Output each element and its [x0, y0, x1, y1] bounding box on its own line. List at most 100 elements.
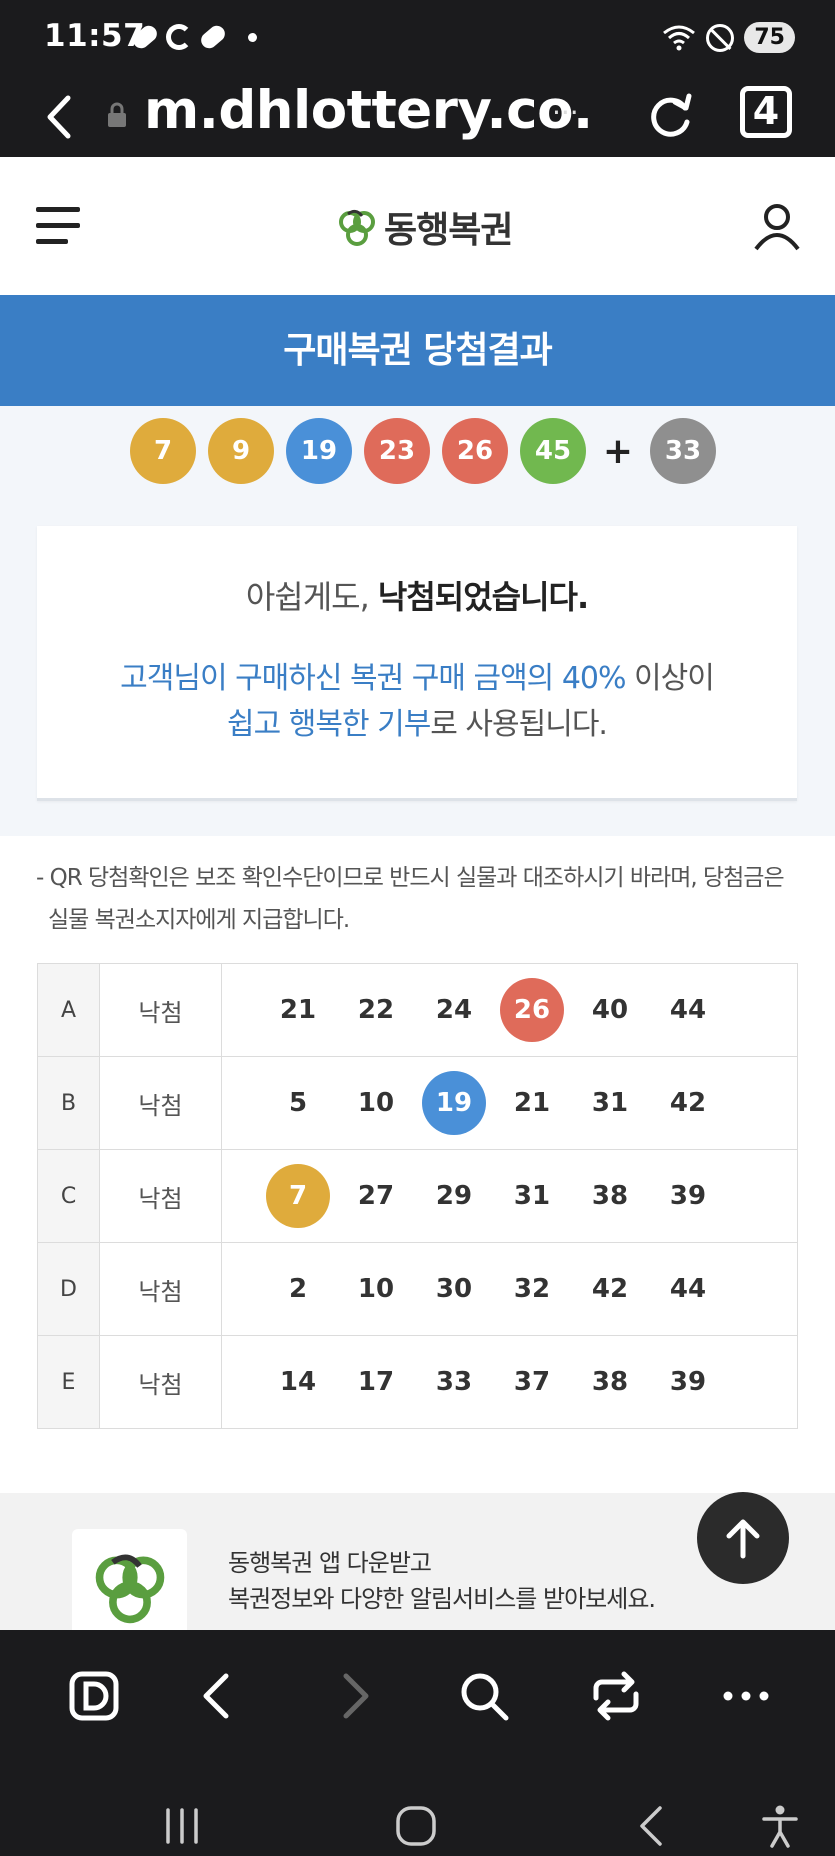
more-notifications-dot [248, 32, 257, 42]
donation-text-2: 로 사용됩니다. [430, 707, 608, 742]
lock-icon [108, 102, 126, 127]
scroll-to-top-button[interactable] [697, 1492, 789, 1584]
pill-icon [129, 22, 161, 52]
game-row: C 낙첨 7 27 29 31 38 39 [37, 1149, 798, 1243]
game-number: 37 [513, 1367, 551, 1397]
game-number: 38 [591, 1181, 629, 1211]
game-number: 40 [591, 995, 629, 1025]
clover-logo-icon [339, 209, 375, 246]
game-number: 22 [357, 995, 395, 1025]
game-result: 낙첨 [99, 1335, 222, 1429]
game-number: 29 [435, 1181, 473, 1211]
sync-icon [166, 24, 192, 50]
game-number: 44 [669, 995, 707, 1025]
status-bar: 11:57 75 [0, 0, 835, 78]
notice-line-1: - QR 당첨확인은 보조 확인수단이므로 반드시 실물과 대조하시기 바라며,… [36, 865, 785, 891]
matched-number: 19 [422, 1071, 486, 1135]
winning-numbers-section: 7 9 19 23 26 45 +33 아쉽게도, 낙첨되었습니다. 고객님이 구매하신 복… [0, 406, 835, 836]
game-number: 33 [435, 1367, 473, 1397]
game-number: 31 [513, 1181, 551, 1211]
web-page: 동행복권 구매복권 당첨결과 7 9 19 23 26 45 +33 아쉽게도, 낙첨되었습… [0, 157, 835, 1630]
site-header: 동행복권 [0, 157, 835, 295]
game-row: B 낙첨 5 10 19 21 31 42 [37, 1056, 798, 1150]
winning-numbers: 7 9 19 23 26 45 +33 [130, 418, 716, 484]
bonus-plus-sign: + [602, 430, 634, 472]
game-numbers: 7 27 29 31 38 39 [222, 1164, 797, 1228]
winning-ball: 7 [130, 418, 196, 484]
donation-highlight-2: 쉽고 행복한 기부 [227, 707, 431, 742]
game-numbers-cell: 14 17 33 37 38 39 [221, 1335, 798, 1429]
nav-back-icon[interactable] [190, 1668, 246, 1724]
browser-url-bar: m.dhlottery.co. ··· 4 [0, 78, 835, 157]
result-prefix: 아쉽게도, [245, 578, 378, 616]
game-number: 27 [357, 1181, 395, 1211]
accessibility-icon[interactable] [756, 1802, 804, 1850]
game-result: 낙첨 [99, 963, 222, 1057]
game-number: 30 [435, 1274, 473, 1304]
game-label: A [37, 963, 100, 1057]
matched-number: 26 [500, 978, 564, 1042]
site-logo[interactable]: 동행복권 [336, 201, 513, 253]
more-menu-icon[interactable] [718, 1668, 774, 1724]
winning-ball: 26 [442, 418, 508, 484]
back-icon[interactable] [40, 92, 80, 142]
donation-message: 고객님이 구매하신 복권 구매 금액의 40% 이상이 쉽고 행복한 기부로 사… [37, 656, 797, 748]
winning-ball: 45 [520, 418, 586, 484]
battery-indicator: 75 [744, 22, 795, 53]
game-label: D [37, 1242, 100, 1336]
game-numbers-cell: 21 22 24 26 40 44 [221, 963, 798, 1057]
home-icon[interactable] [392, 1802, 440, 1850]
game-number: 39 [669, 1367, 707, 1397]
do-not-disturb-icon [706, 23, 735, 52]
menu-icon[interactable] [36, 207, 80, 245]
share-switch-icon[interactable] [588, 1668, 644, 1724]
game-label: E [37, 1335, 100, 1429]
game-number: 10 [357, 1274, 395, 1304]
clover-app-icon [95, 1554, 164, 1623]
wifi-icon [663, 25, 696, 50]
recent-apps-icon[interactable] [158, 1802, 206, 1850]
pill-icon-2 [197, 22, 229, 52]
game-number: 2 [288, 1274, 308, 1304]
url-more-icon[interactable]: ··· [552, 96, 579, 129]
result-status: 낙첨되었습니다. [377, 578, 589, 616]
browser-bottom-area [0, 1630, 835, 1856]
game-number: 14 [279, 1367, 317, 1397]
game-numbers: 21 22 24 26 40 44 [222, 978, 797, 1042]
game-numbers: 5 10 19 21 31 42 [222, 1071, 797, 1135]
game-numbers-cell: 5 10 19 21 31 42 [221, 1056, 798, 1150]
d-icon[interactable] [66, 1668, 122, 1724]
reload-icon[interactable] [645, 88, 695, 144]
game-label: B [37, 1056, 100, 1150]
app-promo-line-2: 복권정보와 다양한 알림서비스를 받아보세요. [228, 1585, 656, 1613]
nav-forward-icon[interactable] [326, 1668, 382, 1724]
arrow-up-icon [726, 1519, 760, 1559]
status-time: 11:57 [44, 18, 146, 54]
game-number: 21 [513, 1088, 551, 1118]
system-back-icon[interactable] [628, 1802, 676, 1850]
game-number: 17 [357, 1367, 395, 1397]
url-field[interactable]: m.dhlottery.co. [144, 80, 593, 141]
ticket-games-table: A 낙첨 21 22 24 26 40 44 B 낙첨 5 10 19 21 31 42 C 낙첨 7 27 29 31 3… [37, 963, 798, 1429]
game-number: 5 [288, 1088, 308, 1118]
user-icon[interactable] [752, 201, 802, 251]
game-number: 38 [591, 1367, 629, 1397]
game-number: 24 [435, 995, 473, 1025]
game-number: 44 [669, 1274, 707, 1304]
result-card: 아쉽게도, 낙첨되었습니다. 고객님이 구매하신 복권 구매 금액의 40% 이… [37, 526, 797, 801]
game-numbers: 2 10 30 32 42 44 [222, 1257, 797, 1321]
game-number: 21 [279, 995, 317, 1025]
tabs-button[interactable]: 4 [740, 86, 792, 138]
search-icon[interactable] [456, 1668, 512, 1724]
game-row: A 낙첨 21 22 24 26 40 44 [37, 963, 798, 1057]
app-promo-line-1: 동행복권 앱 다운받고 [228, 1549, 432, 1577]
game-numbers: 14 17 33 37 38 39 [222, 1350, 797, 1414]
game-result: 낙첨 [99, 1056, 222, 1150]
donation-text-1: 이상이 [625, 661, 715, 696]
winning-ball: 9 [208, 418, 274, 484]
game-row: D 낙첨 2 10 30 32 42 44 [37, 1242, 798, 1336]
notification-icons [129, 22, 257, 52]
game-number: 42 [669, 1088, 707, 1118]
app-logo [72, 1529, 187, 1630]
donation-highlight-1: 고객님이 구매하신 복권 구매 금액의 40% [120, 661, 626, 696]
